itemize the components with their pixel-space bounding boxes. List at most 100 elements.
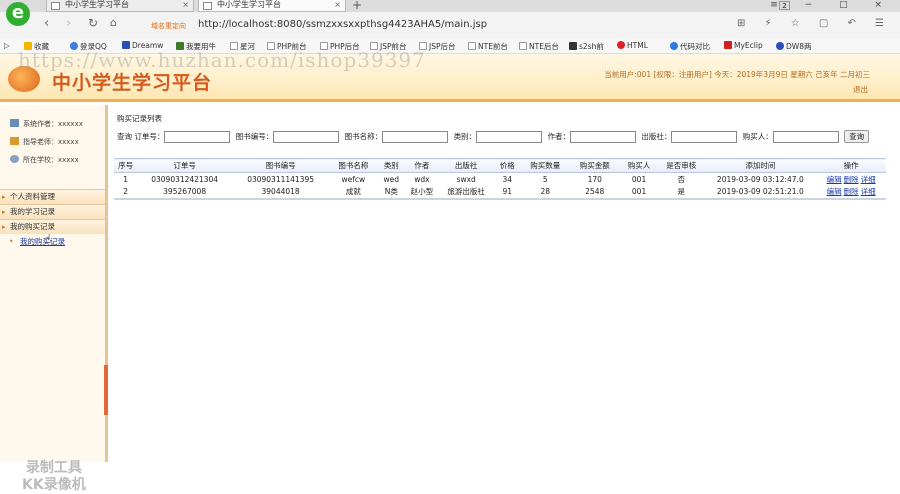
category-input[interactable] xyxy=(476,130,543,143)
cell-actions: 编辑 删除 详细 xyxy=(816,185,886,200)
cell-author: wdx xyxy=(414,174,430,184)
watermark-text: https://www.huzhan.com/ishop39397 xyxy=(18,48,426,72)
cell-audited: 是 xyxy=(658,185,705,200)
cell-publisher: swxd xyxy=(456,174,476,184)
book-name-input[interactable] xyxy=(382,130,449,143)
bookmark-item[interactable]: 代码对比 xyxy=(670,41,710,52)
cell-amount: 170 xyxy=(587,174,602,184)
column-header: 添加时间 xyxy=(704,158,817,173)
bookmark-item[interactable]: HTML xyxy=(617,41,648,50)
browser-tab-bar: 中小学生学习平台 × 中小学生学习平台 × + 2 ≡ − □ × xyxy=(0,0,900,12)
cell-qty: 28 xyxy=(520,185,570,200)
window-controls[interactable]: ≡ − □ × xyxy=(770,0,894,10)
edit-link[interactable]: 编辑 xyxy=(827,187,842,196)
main-content: 购买记录列表 查询 订单号： 图书编号： 图书名称： 类别： 作者： 出版社： … xyxy=(112,105,900,462)
column-header: 购买金额 xyxy=(569,158,621,173)
column-header: 购买人 xyxy=(620,158,659,173)
cell-price: 91 xyxy=(493,185,521,200)
query-label: 查询 xyxy=(117,132,132,141)
delete-link[interactable]: 删除 xyxy=(844,187,859,196)
reload-icon[interactable]: ↻ xyxy=(88,16,98,30)
logout-link[interactable]: 退出 xyxy=(853,84,868,95)
author-label: 作者： xyxy=(547,132,570,141)
bookmark-item[interactable]: DW8两 xyxy=(776,41,811,52)
order-label: 订单号： xyxy=(134,132,165,141)
school-icon xyxy=(10,155,19,163)
book-name-label: 图书名称： xyxy=(344,132,383,141)
bookmark-item[interactable]: s2sh前 xyxy=(569,41,604,52)
back-arrow-icon[interactable]: ‹ xyxy=(44,16,49,31)
cell-publisher: 旅游出版社 xyxy=(438,185,494,200)
cell-book-name: 成就 xyxy=(329,185,378,200)
table-row: 2 395267008 39044018 成就 N类 赵小型 旅游出版社 91 … xyxy=(114,185,886,200)
cell-order: 395267008 xyxy=(137,185,233,200)
site-header: 中小学生学习平台 https://www.huzhan.com/ishop393… xyxy=(0,48,900,102)
home-icon[interactable]: ⌂ xyxy=(110,16,117,29)
menu-purchase-records[interactable]: 我的购买记录 xyxy=(0,219,105,234)
close-icon[interactable]: × xyxy=(182,0,189,10)
cell-time: 2019-03-09 03:12:47.0 xyxy=(716,174,804,184)
detail-link[interactable]: 详细 xyxy=(861,175,876,184)
teacher-row: 指导老师：xxxxx xyxy=(0,137,105,155)
category-label: 类别： xyxy=(453,132,477,141)
profile-info: 系统作者：xxxxxx 指导老师：xxxxx 所在学校：xxxxx xyxy=(0,105,105,173)
column-header: 图书名称 xyxy=(329,158,378,173)
teacher-icon xyxy=(10,137,19,145)
site-title: 中小学生学习平台 xyxy=(52,72,213,94)
cell-amount: 2548 xyxy=(569,185,621,200)
publisher-input[interactable] xyxy=(671,130,738,143)
order-input[interactable] xyxy=(164,130,231,143)
bookmark-item[interactable]: NTE后台 xyxy=(519,41,559,52)
buyer-label: 购买人： xyxy=(742,132,773,141)
page-icon xyxy=(51,2,60,10)
cell-author: 赵小型 xyxy=(405,185,439,200)
sidebar-splitter[interactable] xyxy=(104,365,108,415)
browser-tab[interactable]: 中小学生学习平台 × xyxy=(46,0,194,12)
cell-book-name: wefcw xyxy=(341,174,366,184)
menu-profile-management[interactable]: 个人资料管理 xyxy=(0,189,105,204)
hand-cursor-icon: ☝ xyxy=(44,232,52,246)
user-icon xyxy=(10,119,19,127)
forward-arrow-icon[interactable]: › xyxy=(66,16,71,31)
cell-actions: 编辑 删除 详细 xyxy=(816,173,886,186)
buyer-input[interactable] xyxy=(772,130,839,143)
column-header: 图书编号 xyxy=(232,158,330,173)
browser-tab-active[interactable]: 中小学生学习平台 × xyxy=(198,0,346,12)
author-input[interactable] xyxy=(569,130,636,143)
cell-buyer: 001 xyxy=(620,185,659,200)
column-header: 操作 xyxy=(816,158,886,173)
redirect-label: 域名重定向 xyxy=(151,22,186,30)
cell-qty: 5 xyxy=(542,174,548,184)
url-field[interactable]: http://localhost:8080/ssmzxxsxxpthsg4423… xyxy=(198,19,487,30)
toolbar-icons[interactable]: ⊞ ⚡ ☆ ▢ ↶ ☰ xyxy=(737,18,892,29)
sidebar: 系统作者：xxxxxx 指导老师：xxxxx 所在学校：xxxxx 个人资料管理… xyxy=(0,105,108,493)
submenu-my-purchase-records[interactable]: 我的购买记录 xyxy=(0,234,105,250)
detail-link[interactable]: 详细 xyxy=(861,187,876,196)
cell-seq: 2 xyxy=(114,185,138,200)
edit-link[interactable]: 编辑 xyxy=(827,175,842,184)
recorder-watermark: 录制工具 KK录像机 xyxy=(22,460,86,493)
column-header: 序号 xyxy=(114,158,138,173)
search-form: 查询 订单号： 图书编号： 图书名称： 类别： 作者： 出版社： 购买人： 查询 xyxy=(117,130,870,143)
bookmark-item[interactable]: NTE前台 xyxy=(468,41,508,52)
menu-study-records[interactable]: 我的学习记录 xyxy=(0,204,105,219)
new-tab-button[interactable]: + xyxy=(352,0,362,12)
cell-seq: 1 xyxy=(123,174,128,184)
column-header: 价格 xyxy=(493,158,521,173)
column-header: 出版社 xyxy=(438,158,494,173)
book-id-input[interactable] xyxy=(273,130,340,143)
page-icon xyxy=(203,2,212,10)
book-id-label: 图书编号： xyxy=(235,132,274,141)
cell-audited: 否 xyxy=(677,174,685,184)
cell-category: wed xyxy=(383,174,400,184)
cell-price: 34 xyxy=(502,174,513,184)
close-icon[interactable]: × xyxy=(334,0,341,10)
records-table: 序号 订单号 图书编号 图书名称 类别 作者 出版社 价格 购买数量 购买金额 … xyxy=(114,158,886,200)
bookmark-item[interactable]: MyEclip xyxy=(724,41,763,50)
cell-buyer: 001 xyxy=(631,174,647,184)
bookmark-arrow-icon[interactable]: ▷ xyxy=(4,41,10,50)
delete-link[interactable]: 删除 xyxy=(844,175,859,184)
search-button[interactable]: 查询 xyxy=(844,130,870,143)
column-header: 作者 xyxy=(405,158,439,173)
cell-book-id: 03090311141395 xyxy=(247,174,314,184)
